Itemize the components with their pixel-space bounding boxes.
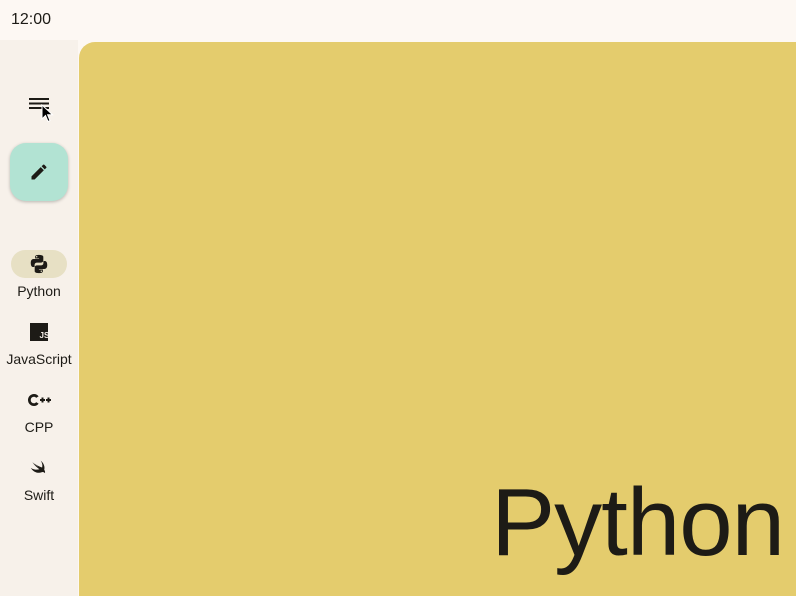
rail-item-label: Swift xyxy=(23,487,55,503)
navigation-rail: Python JS JavaScript CPP Swift xyxy=(0,40,78,596)
rail-item-cpp[interactable]: CPP xyxy=(0,386,78,446)
python-icon xyxy=(30,254,48,274)
status-bar: 12:00 xyxy=(0,0,796,40)
javascript-icon: JS xyxy=(30,323,50,341)
edit-icon xyxy=(31,164,47,180)
rail-item-label: Python xyxy=(17,283,61,299)
rail-item-swift[interactable]: Swift xyxy=(0,454,78,514)
rail-item-javascript[interactable]: JS JavaScript xyxy=(0,318,78,378)
svg-text:JS: JS xyxy=(40,331,50,340)
status-time: 12:00 xyxy=(11,11,52,28)
active-indicator xyxy=(11,250,67,278)
rail-item-python[interactable]: Python xyxy=(0,250,78,310)
compose-fab[interactable] xyxy=(10,143,68,201)
cpp-icon xyxy=(28,394,51,406)
rail-item-label: JavaScript xyxy=(6,351,72,367)
mouse-cursor-icon xyxy=(41,104,54,123)
swift-icon xyxy=(30,460,46,474)
content-panel: Python xyxy=(79,42,796,596)
rail-item-label: CPP xyxy=(24,419,54,435)
content-title: Python xyxy=(491,469,785,576)
